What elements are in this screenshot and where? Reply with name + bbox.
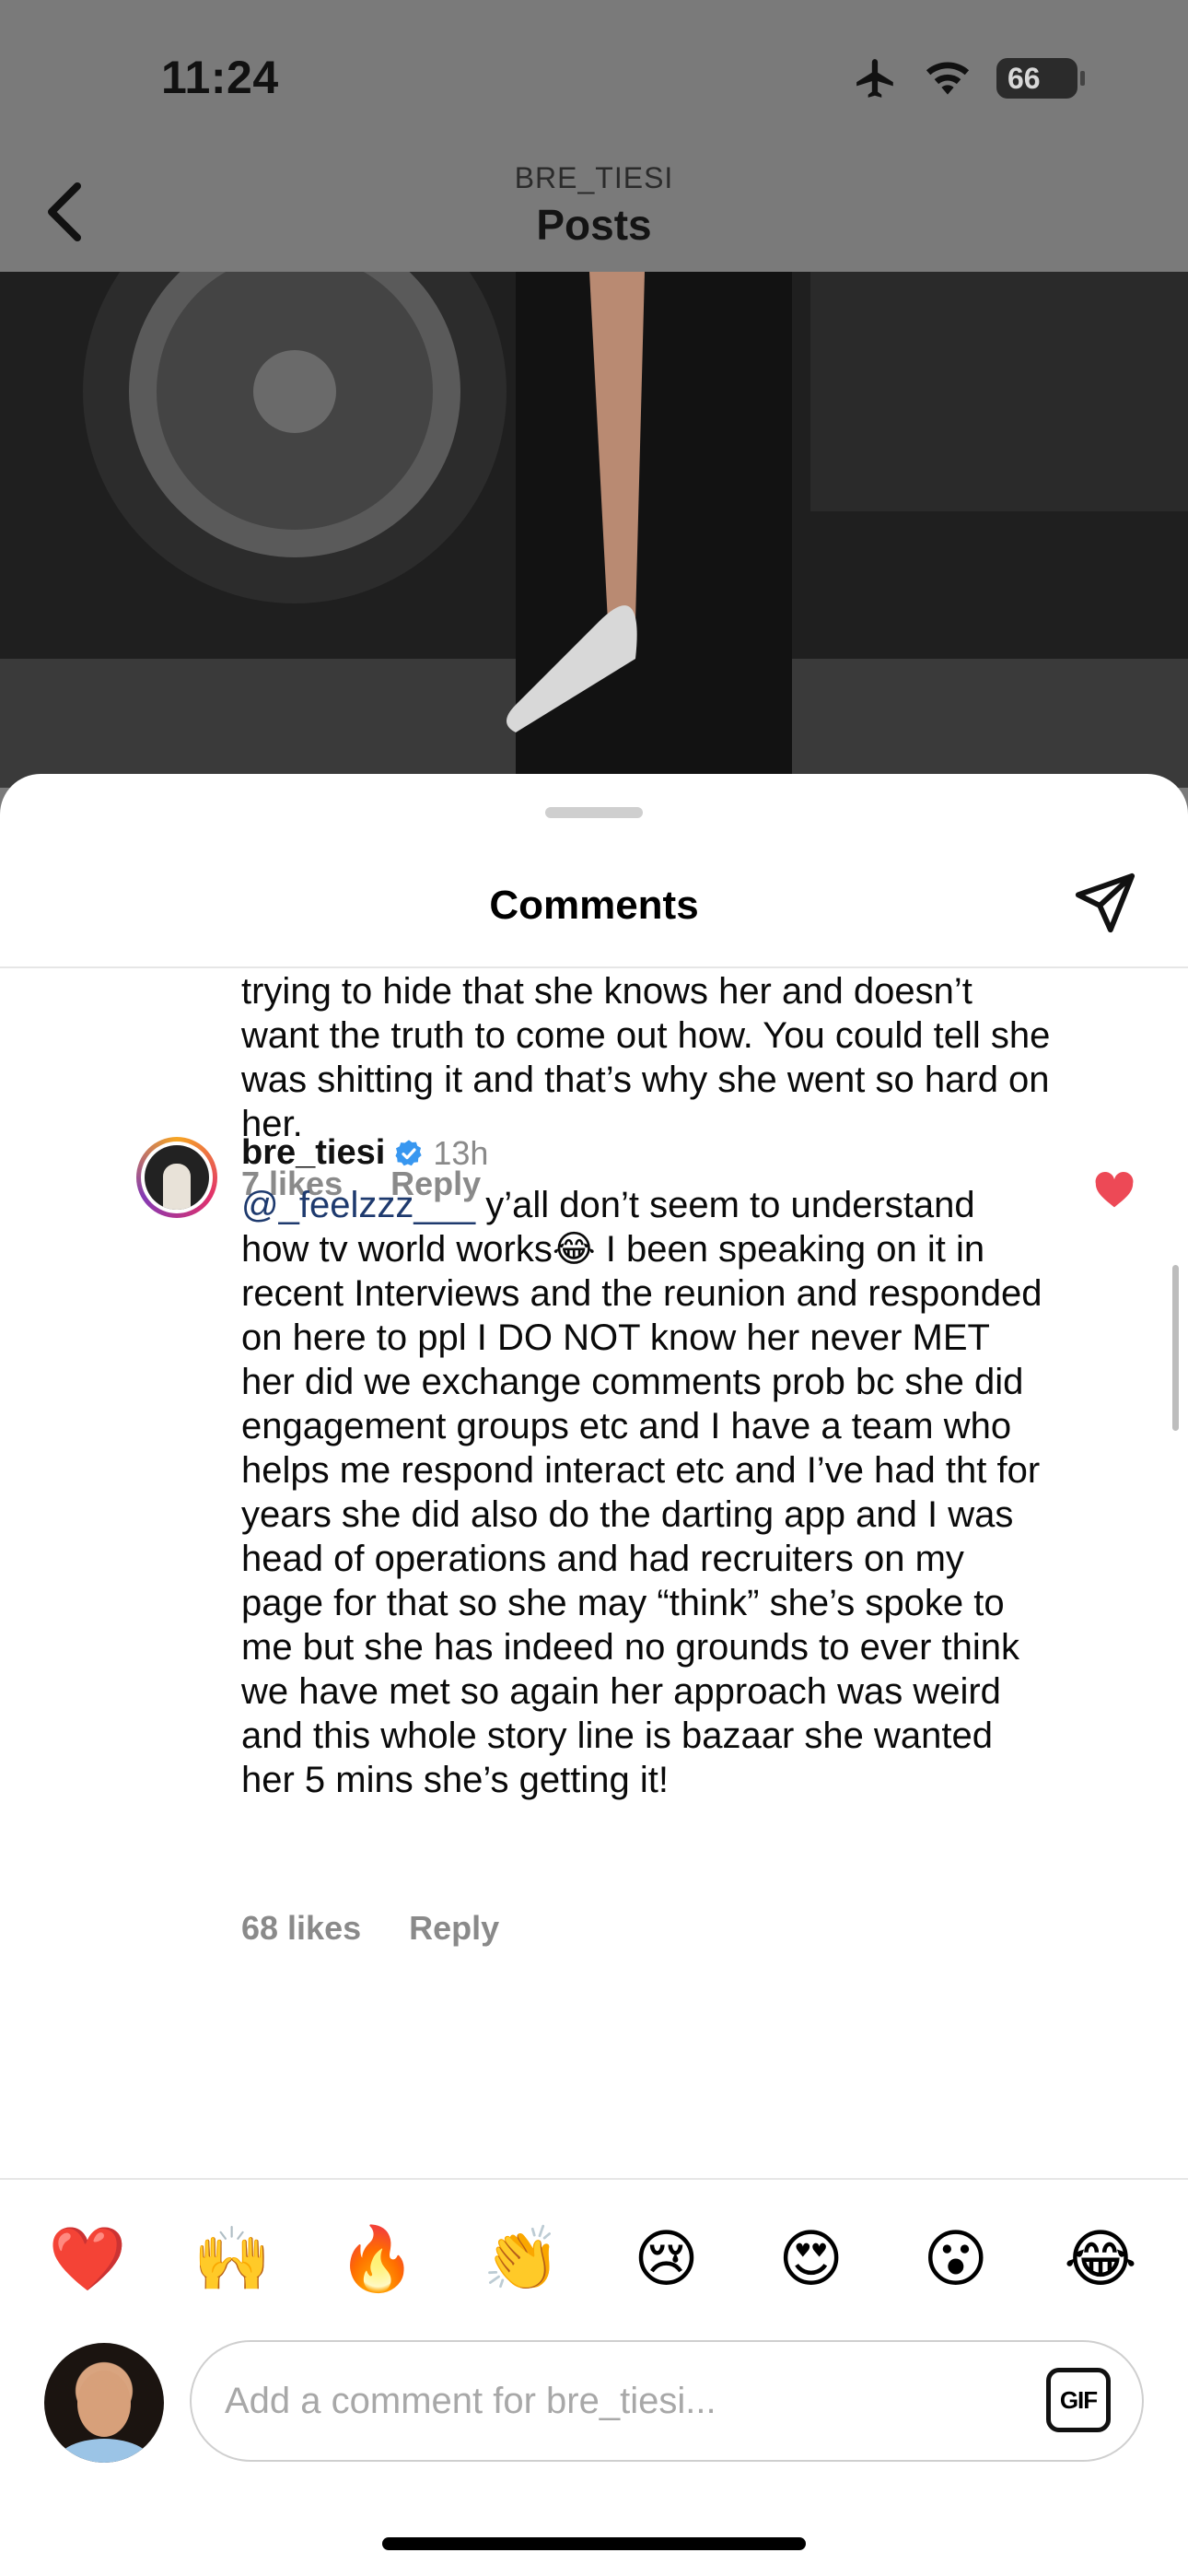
- comment-timestamp: 13h: [433, 1133, 489, 1172]
- comment-meta: 68 likes Reply: [241, 1909, 499, 1948]
- post-photo: [0, 272, 1188, 788]
- divider: [0, 2178, 1188, 2180]
- comments-sheet: Comments trying to hide that she knows h…: [0, 774, 1188, 2576]
- share-button[interactable]: [1068, 866, 1142, 940]
- emoji-raised-hands-button[interactable]: 🙌: [191, 2222, 274, 2296]
- mention-link[interactable]: @_feelzzz___: [241, 1185, 475, 1225]
- battery-level: 66: [1007, 61, 1041, 95]
- comment-username[interactable]: bre_tiesi: [241, 1133, 385, 1173]
- comment-list[interactable]: trying to hide that she knows her and do…: [0, 969, 1188, 2029]
- gif-button[interactable]: GIF: [1046, 2368, 1111, 2432]
- emoji-fire-button[interactable]: 🔥: [335, 2222, 418, 2296]
- reply-button[interactable]: Reply: [409, 1909, 499, 1948]
- verified-badge-icon: [395, 1139, 422, 1165]
- airplane-icon: [856, 59, 893, 98]
- comment-input[interactable]: [225, 2380, 980, 2422]
- heart-filled-icon[interactable]: [1094, 1170, 1135, 1211]
- post-header: BRE_TIESI Posts: [0, 152, 1188, 272]
- emoji-laughing-button[interactable]: 😂: [1059, 2222, 1142, 2296]
- emoji-heart-button[interactable]: ❤️: [46, 2222, 129, 2296]
- emoji-surprised-button[interactable]: 😮: [914, 2222, 997, 2296]
- status-time: 11:24: [161, 52, 279, 103]
- battery-icon: 66: [996, 58, 1085, 99]
- status-icons: 66: [853, 55, 1085, 101]
- emoji-heart-eyes-button[interactable]: 😍: [770, 2222, 853, 2296]
- home-indicator: [382, 2537, 806, 2550]
- status-bar: 11:24 66: [0, 0, 1188, 147]
- sheet-drag-handle[interactable]: [545, 807, 643, 818]
- emoji-crying-button[interactable]: 😢: [625, 2222, 708, 2296]
- comment-body: y’all don’t seem to understand how tv wo…: [241, 1185, 1042, 1800]
- header-username: BRE_TIESI: [514, 161, 674, 194]
- avatar[interactable]: [136, 1137, 217, 1218]
- paper-plane-icon: [1075, 872, 1136, 933]
- comment-header: bre_tiesi 13h: [241, 1133, 488, 1173]
- comment-text: trying to hide that she knows her and do…: [241, 971, 1051, 1144]
- emoji-reaction-bar: ❤️ 🙌 🔥 👏 😢 😍 😮 😂: [46, 2222, 1142, 2296]
- post-image[interactable]: [0, 272, 1188, 788]
- comment-input-container: GIF: [190, 2340, 1144, 2462]
- divider: [0, 966, 1188, 968]
- scrollbar[interactable]: [1172, 1265, 1179, 1431]
- emoji-clap-button[interactable]: 👏: [480, 2222, 563, 2296]
- page-title: Posts: [536, 201, 652, 249]
- sheet-title: Comments: [489, 883, 699, 928]
- current-user-avatar: [44, 2343, 164, 2463]
- wifi-icon: [926, 62, 970, 95]
- likes-count[interactable]: 68 likes: [241, 1909, 361, 1948]
- comment-text: @_feelzzz___ y’all don’t seem to underst…: [241, 1183, 1052, 1802]
